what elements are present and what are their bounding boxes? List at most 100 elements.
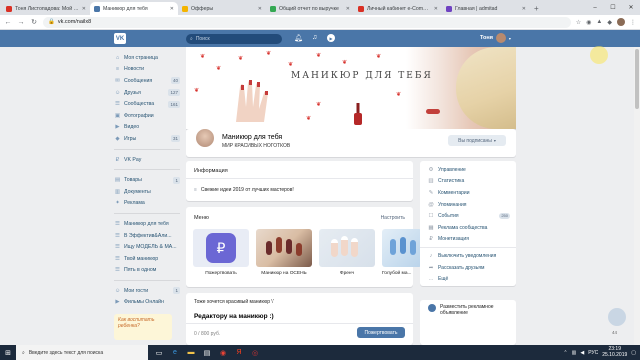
info-row: ≡ Свежие идеи 2019 от лучших мастеров! bbox=[194, 187, 294, 193]
nail-polish-bottle bbox=[354, 103, 362, 125]
donate-button[interactable]: Пожертвовать bbox=[357, 327, 405, 338]
management-item[interactable]: ⚙ Управление bbox=[420, 164, 516, 176]
sidebar-item[interactable]: ☰ Сообщества 161 bbox=[114, 98, 180, 110]
menu-item-donate[interactable]: ₽ Пожертвовать bbox=[193, 229, 249, 276]
menu-kebab-icon[interactable]: ⋮ bbox=[630, 19, 636, 26]
management-item[interactable]: ▥ Статистика bbox=[420, 176, 516, 188]
sidebar-item[interactable]: ▥ Документы bbox=[114, 186, 180, 198]
store-icon[interactable]: ▤ bbox=[200, 346, 214, 359]
scrollbar-thumb[interactable] bbox=[635, 49, 639, 109]
menu-item-autumn[interactable]: Маникюр на ОСЕНЬ bbox=[256, 229, 312, 276]
community-header: Маникюр для тебя МИР КРАСИВЫХ НОГОТКОВ В… bbox=[186, 127, 516, 157]
back-icon[interactable]: ← bbox=[4, 19, 12, 26]
management-item[interactable]: ☐ События 250 bbox=[420, 210, 516, 222]
sidebar-item[interactable]: ☰ Маникюр для тебя bbox=[114, 218, 180, 230]
sidebar-item[interactable]: ☺ Друзья 127 bbox=[114, 87, 180, 99]
vk-search[interactable]: ⌕ bbox=[186, 34, 282, 44]
sidebar-item[interactable]: ▶ Фильмы Онлайн bbox=[114, 297, 180, 309]
folder-icon[interactable]: ▬ bbox=[184, 346, 198, 359]
favicon-icon bbox=[270, 5, 276, 12]
menu-item-french[interactable]: Френч bbox=[319, 229, 375, 276]
extension-icon[interactable]: ▲ bbox=[596, 19, 602, 25]
star-icon[interactable]: ☆ bbox=[576, 19, 581, 26]
bell-icon[interactable]: 🔔︎ bbox=[294, 34, 303, 42]
browser-tab[interactable]: Маникюр для тебя ✕ bbox=[90, 2, 178, 15]
volume-icon[interactable]: ◀︎ bbox=[580, 350, 584, 356]
browser-tab[interactable]: Офферы ✕ bbox=[178, 2, 266, 15]
browser-tab[interactable]: Личный кабинет e-Comme... ✕ bbox=[354, 2, 442, 15]
close-tab-icon[interactable]: ✕ bbox=[346, 6, 350, 12]
community-avatar[interactable] bbox=[194, 127, 216, 149]
search-icon: ⌕ bbox=[190, 36, 193, 42]
sidebar-icon: ▶ bbox=[115, 299, 120, 306]
management-item[interactable]: ₽ Монетизация bbox=[420, 234, 516, 246]
app-icon[interactable]: ◎ bbox=[248, 346, 262, 359]
clock[interactable]: 23:19 25.10.2019 bbox=[602, 346, 627, 358]
browser-tab[interactable]: Общий отчет по выручке ✕ bbox=[266, 2, 354, 15]
ad-icon bbox=[428, 304, 436, 312]
management-item[interactable]: ✎ Комментарии bbox=[420, 187, 516, 199]
forward-icon[interactable]: → bbox=[17, 19, 25, 26]
sidebar-item[interactable]: ▶ Видео bbox=[114, 122, 180, 134]
management-item[interactable]: @ Упоминания bbox=[420, 199, 516, 211]
windows-start-icon[interactable]: ⊞ bbox=[0, 345, 16, 360]
sidebar-item[interactable]: ▣ Фотографии bbox=[114, 110, 180, 122]
management-item[interactable]: ♪ Выключить уведомления bbox=[420, 250, 516, 262]
management-item[interactable]: ▦ Реклама сообщества bbox=[420, 222, 516, 234]
sidebar-item[interactable]: ☰ Пять в одном bbox=[114, 265, 180, 277]
sidebar-item[interactable]: ₽ VK Pay bbox=[114, 154, 180, 166]
chrome-icon[interactable]: ◉ bbox=[216, 346, 230, 359]
close-tab-icon[interactable]: ✕ bbox=[170, 6, 174, 12]
management-item[interactable]: ➦ Рассказать друзьям bbox=[420, 262, 516, 274]
sidebar-item[interactable]: ✦ Реклама bbox=[114, 198, 180, 210]
close-window-icon[interactable]: ✕ bbox=[622, 0, 640, 15]
url-field[interactable]: 🔒 vk.com/nailx8 bbox=[43, 16, 571, 28]
messenger-bubble[interactable] bbox=[608, 308, 626, 326]
tray-chevron-icon[interactable]: ⌃ bbox=[563, 350, 567, 356]
sidebar-item[interactable]: ☺ Мои гости 1 bbox=[114, 285, 180, 297]
close-tab-icon[interactable]: ✕ bbox=[82, 6, 86, 12]
reload-icon[interactable]: ↻ bbox=[30, 18, 38, 26]
sidebar-item[interactable]: ◆ Игры 31 bbox=[114, 133, 180, 145]
promo-banner[interactable]: Как воспитать ребенка? bbox=[114, 314, 172, 341]
notification-icon[interactable]: ▢ bbox=[631, 350, 636, 356]
search-input[interactable] bbox=[195, 36, 276, 42]
extension-icon[interactable]: ◉ bbox=[586, 19, 591, 26]
vk-user-menu[interactable]: Тоня ▾ bbox=[480, 33, 511, 43]
taskbar-search[interactable]: ⌕ Введите здесь текст для поиска bbox=[16, 345, 148, 360]
network-icon[interactable]: ▥ bbox=[572, 350, 577, 356]
ad-card[interactable]: Разместить рекламное объявление bbox=[420, 300, 516, 345]
maximize-icon[interactable]: ☐ bbox=[604, 0, 622, 15]
subscribed-button[interactable]: Вы подписаны ▾ bbox=[448, 135, 506, 146]
browser-tab[interactable]: Главная | admitad ✕ bbox=[442, 2, 530, 15]
close-tab-icon[interactable]: ✕ bbox=[434, 6, 438, 12]
menu-item-blue[interactable]: Голубой ма... bbox=[382, 229, 422, 276]
close-tab-icon[interactable]: ✕ bbox=[258, 6, 262, 12]
sidebar-item[interactable]: ☰ Твой маникюр bbox=[114, 253, 180, 265]
sidebar-item[interactable]: ▤ Товары 1 bbox=[114, 174, 180, 186]
minimize-icon[interactable]: – bbox=[586, 0, 604, 15]
management-item-label: Ещё bbox=[438, 276, 449, 283]
extension-icon[interactable]: ◆ bbox=[607, 19, 612, 26]
butterfly-icon: ❦ bbox=[316, 53, 322, 59]
yandex-icon[interactable]: Я bbox=[232, 346, 246, 359]
browser-tab[interactable]: Тоня Листопадова: Мой пр... ✕ bbox=[2, 2, 90, 15]
management-item[interactable]: … Ещё bbox=[420, 273, 516, 285]
sidebar-item[interactable]: ☰ Ищу МОДЕЛЬ & МА... bbox=[114, 241, 180, 253]
music-icon[interactable]: ♫ bbox=[312, 34, 317, 41]
new-tab-button[interactable]: + bbox=[530, 2, 543, 15]
edge-icon[interactable]: e bbox=[168, 346, 182, 359]
sidebar-item[interactable]: ☰ В Эффектив&Али... bbox=[114, 230, 180, 242]
sidebar-item[interactable]: ≡ Новости bbox=[114, 64, 180, 76]
menu-edit-link[interactable]: Настроить bbox=[381, 215, 405, 221]
sidebar-item[interactable]: ⌂ Моя страница bbox=[114, 52, 180, 64]
language-indicator[interactable]: РУС bbox=[588, 350, 598, 356]
sidebar-item[interactable]: ✉ Сообщения 40 bbox=[114, 75, 180, 87]
play-icon[interactable]: ▶ bbox=[327, 34, 335, 42]
profile-avatar[interactable] bbox=[617, 18, 625, 26]
butterfly-icon: ❦ bbox=[194, 88, 200, 94]
vk-logo[interactable]: VK bbox=[114, 33, 126, 44]
french-thumbnail bbox=[319, 229, 375, 267]
task-view-icon[interactable]: ▭ bbox=[152, 346, 166, 359]
close-tab-icon[interactable]: ✕ bbox=[522, 6, 526, 12]
